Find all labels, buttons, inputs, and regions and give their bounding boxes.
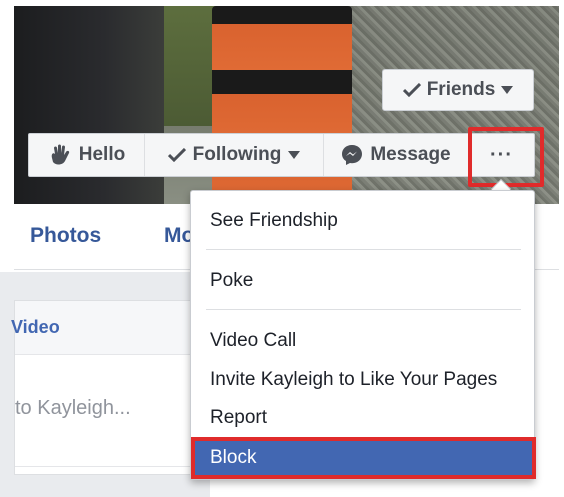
chevron-down-icon — [288, 151, 301, 159]
menu-item-invite-like-pages[interactable]: Invite Kayleigh to Like Your Pages — [191, 368, 534, 392]
composer-video-tab[interactable]: Video — [11, 317, 60, 338]
checkmark-icon — [167, 148, 186, 162]
menu-item-see-friendship[interactable]: See Friendship — [191, 209, 534, 233]
hello-button[interactable]: Hello — [29, 134, 145, 176]
hello-label: Hello — [78, 144, 126, 165]
post-composer: Video to Kayleigh... — [11, 300, 211, 475]
friends-button-label: Friends — [426, 79, 496, 100]
following-button[interactable]: Following — [145, 134, 324, 176]
wave-hand-icon — [48, 144, 72, 166]
more-options-button[interactable]: ··· — [469, 134, 534, 176]
message-label: Message — [370, 144, 451, 165]
tab-photos[interactable]: Photos — [30, 224, 101, 248]
menu-divider — [206, 249, 521, 250]
more-options-menu: See Friendship Poke Video Call Invite Ka… — [190, 190, 535, 480]
menu-item-poke[interactable]: Poke — [191, 269, 534, 293]
profile-action-bar: Hello Following Message ··· — [28, 133, 535, 177]
message-button[interactable]: Message — [324, 134, 469, 176]
friends-button[interactable]: Friends — [382, 69, 534, 111]
following-label: Following — [192, 144, 282, 165]
composer-prompt[interactable]: to Kayleigh... — [15, 397, 131, 420]
chevron-down-icon — [501, 86, 514, 94]
menu-divider — [206, 309, 521, 310]
menu-item-block[interactable]: Block — [191, 441, 534, 475]
messenger-icon — [341, 144, 363, 166]
composer-header: Video — [11, 301, 209, 355]
checkmark-icon — [402, 83, 421, 97]
more-ellipsis-label: ··· — [490, 143, 513, 166]
composer-divider — [15, 466, 211, 467]
menu-item-report[interactable]: Report — [191, 406, 534, 430]
menu-item-video-call[interactable]: Video Call — [191, 329, 534, 353]
